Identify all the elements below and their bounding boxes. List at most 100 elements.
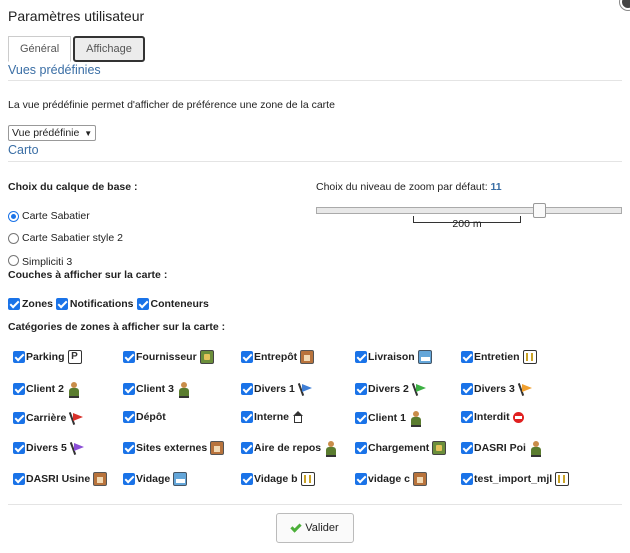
layer-label: Zones [22,298,53,310]
checkbox[interactable] [461,383,473,395]
checkbox[interactable] [461,442,473,454]
category-label: Client 2 [26,383,64,395]
category-interdit[interactable]: Interdit [461,411,524,423]
zoom-slider-track[interactable] [316,207,622,214]
category-divers-5[interactable]: Divers 5 [13,441,84,455]
category-entretien[interactable]: Entretien [461,350,537,364]
truck-icon [173,472,188,486]
checkbox[interactable] [241,383,253,395]
category-fournisseur[interactable]: Fournisseur [123,350,214,364]
category-divers-3[interactable]: Divers 3 [461,382,532,396]
category-label: Divers 1 [254,383,295,395]
category-interne[interactable]: Interne [241,411,304,423]
home-icon [292,411,304,423]
person-icon [409,411,423,427]
checkbox[interactable] [55,298,68,310]
checkbox[interactable] [8,298,20,310]
category-label: Divers 5 [26,442,67,454]
person-icon [177,382,191,398]
category-dasri-usine[interactable]: DASRI Usine [13,472,108,486]
checkbox[interactable] [241,473,253,485]
category-client-3[interactable]: Client 3 [123,382,191,398]
dialog-title: Paramètres utilisateur [8,8,145,24]
checkbox[interactable] [355,351,367,363]
radio-carte-sabatier[interactable]: Carte Sabatier [8,210,90,222]
category-vidage[interactable]: Vidage [123,472,188,486]
layers-row: Zones Notifications Conteneurs [8,298,212,310]
checkbox[interactable] [461,351,473,363]
checkbox[interactable] [241,442,253,454]
category-client-2[interactable]: Client 2 [13,382,81,398]
radio-label: Carte Sabatier style 2 [22,232,123,244]
radio-button[interactable] [8,232,19,244]
checkbox[interactable] [13,442,25,454]
category-parking[interactable]: Parking P [13,350,82,364]
divider [8,80,622,81]
radio-carte-sabatier-style-2[interactable]: Carte Sabatier style 2 [8,232,123,244]
category-label: Interdit [474,411,510,423]
category-label: Divers 3 [474,383,515,395]
category-depot[interactable]: Dépôt [123,411,166,423]
parking-icon: P [67,350,82,364]
valider-button[interactable]: Valider [276,513,354,543]
category-carriere[interactable]: Carrière [13,411,84,425]
layer-notifications[interactable]: Notifications [55,298,134,310]
radio-button[interactable] [8,254,19,266]
vue-predefinie-select[interactable]: Vue prédéfinie ▼ [8,125,97,141]
category-divers-2[interactable]: Divers 2 [355,382,426,396]
checkbox[interactable] [355,383,367,395]
chevron-down-icon: ▼ [84,129,93,138]
checkbox[interactable] [241,411,253,423]
category-label: DASRI Usine [26,473,91,485]
category-label: test_import_mjl [474,473,553,485]
category-divers-1[interactable]: Divers 1 [241,382,312,396]
category-livraison[interactable]: Livraison [355,350,432,364]
checkbox[interactable] [13,412,25,424]
category-label: Vidage [136,473,171,485]
category-sites-externes[interactable]: Sites externes [123,441,225,455]
section-title-carto: Carto [8,143,39,157]
category-chargement[interactable]: Chargement [355,441,447,455]
tab-general[interactable]: Général [8,36,72,62]
checkbox[interactable] [461,473,473,485]
checkbox[interactable] [355,473,367,485]
checkbox[interactable] [13,473,25,485]
checkbox[interactable] [355,412,367,424]
person-icon [529,441,543,457]
checkbox[interactable] [123,351,135,363]
layer-conteneurs[interactable]: Conteneurs [136,298,209,310]
forbidden-icon [512,411,524,423]
layer-label: Conteneurs [150,298,209,310]
checkbox[interactable] [123,473,135,485]
checkbox[interactable] [123,383,135,395]
checkbox[interactable] [123,411,135,423]
category-vidage-c[interactable]: vidage c [355,472,428,486]
zoom-slider-handle[interactable] [533,203,546,218]
blue-flag-icon [298,382,312,396]
category-aire-de-repos[interactable]: Aire de repos [241,441,338,457]
category-test-import-mjl[interactable]: test_import_mjl [461,472,570,486]
checkbox[interactable] [461,411,473,423]
tab-affichage[interactable]: Affichage [73,36,145,62]
divider [8,161,622,162]
close-icon[interactable] [620,0,630,10]
person-icon [67,382,81,398]
layer-label: Notifications [69,298,134,310]
radio-simpliciti-3[interactable]: Simpliciti 3 [8,252,72,268]
category-client-1[interactable]: Client 1 [355,411,423,427]
checkbox[interactable] [241,351,253,363]
radio-button[interactable] [8,210,19,222]
layers-label: Couches à afficher sur la carte : [8,269,168,281]
checkbox[interactable] [13,383,25,395]
category-label: Entretien [474,351,520,363]
category-entrepot[interactable]: Entrepôt [241,350,315,364]
checkbox[interactable] [136,298,149,310]
divider [8,504,622,505]
checkbox[interactable] [355,442,367,454]
category-dasri-poi[interactable]: DASRI Poi [461,441,543,457]
checkbox[interactable] [13,351,25,363]
red-flag-icon [69,411,84,425]
checkbox[interactable] [123,442,135,454]
layer-zones[interactable]: Zones [8,298,53,310]
category-vidage-b[interactable]: Vidage b [241,472,315,486]
